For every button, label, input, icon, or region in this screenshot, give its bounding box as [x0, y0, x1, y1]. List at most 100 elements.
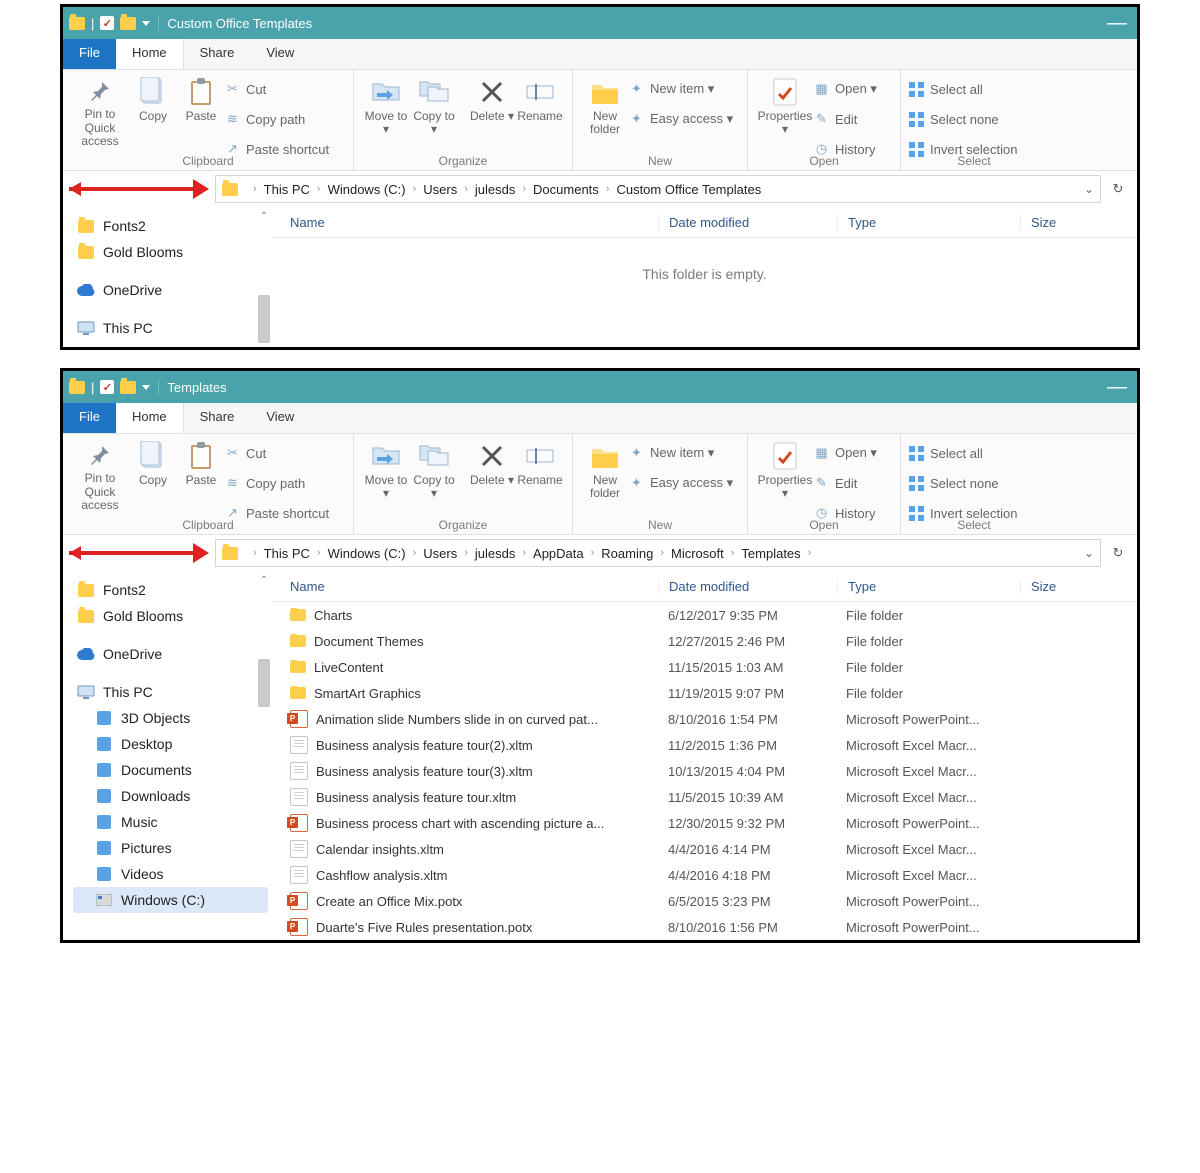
nav-item[interactable]: Fonts2 — [73, 577, 268, 603]
file-row[interactable]: Business analysis feature tour(3).xltm10… — [272, 758, 1137, 784]
copy-button[interactable]: Copy — [129, 74, 177, 148]
file-row[interactable]: Business analysis feature tour.xltm11/5/… — [272, 784, 1137, 810]
file-row[interactable]: LiveContent11/15/2015 1:03 AMFile folder — [272, 654, 1137, 680]
move-to-button[interactable]: Move to ▾ — [362, 74, 410, 148]
scrollbar[interactable]: ⌃ — [258, 211, 270, 343]
new-item-button[interactable]: ✦New item ▾ — [629, 76, 739, 102]
nav-item[interactable]: OneDrive — [73, 277, 268, 303]
col-date[interactable]: Date modified — [658, 215, 837, 230]
open-button[interactable]: ▦Open ▾ — [814, 440, 892, 466]
titlebar[interactable]: | ✓ Templates — — [63, 371, 1137, 403]
properties-icon[interactable]: ✓ — [100, 380, 114, 394]
col-name[interactable]: Name — [272, 579, 658, 594]
titlebar[interactable]: | ✓ Custom Office Templates — — [63, 7, 1137, 39]
file-row[interactable]: Business process chart with ascending pi… — [272, 810, 1137, 836]
rename-button[interactable]: Rename — [516, 74, 564, 148]
copy-button[interactable]: Copy — [129, 438, 177, 512]
tab-file[interactable]: File — [63, 39, 116, 69]
nav-item[interactable]: Gold Blooms — [73, 239, 268, 265]
breadcrumb-segment[interactable]: julesds — [475, 546, 515, 561]
pin-to-quick-access-button[interactable]: Pin to Quick access — [71, 438, 129, 512]
nav-item[interactable]: Documents — [73, 757, 268, 783]
new-item-button[interactable]: ✦New item ▾ — [629, 440, 739, 466]
select-all-button[interactable]: Select all — [909, 440, 1039, 466]
breadcrumb-segment[interactable]: Templates — [741, 546, 800, 561]
nav-item[interactable]: OneDrive — [73, 641, 268, 667]
select-none-button[interactable]: Select none — [909, 470, 1039, 496]
tab-share[interactable]: Share — [184, 403, 251, 433]
nav-item[interactable]: This PC — [73, 315, 268, 341]
edit-button[interactable]: ✎Edit — [814, 470, 892, 496]
nav-item[interactable]: Music — [73, 809, 268, 835]
tab-view[interactable]: View — [250, 403, 310, 433]
qat-menu-icon[interactable] — [142, 385, 150, 390]
column-headers[interactable]: Name Date modified Type Size — [272, 571, 1137, 602]
easy-access-button[interactable]: ✦Easy access ▾ — [629, 106, 739, 132]
qat-menu-icon[interactable] — [142, 21, 150, 26]
tab-share[interactable]: Share — [184, 39, 251, 69]
breadcrumb-segment[interactable]: julesds — [475, 182, 515, 197]
copy-path-button[interactable]: ≋Copy path — [225, 470, 345, 496]
select-all-button[interactable]: Select all — [909, 76, 1039, 102]
properties-button[interactable]: Properties ▾ — [756, 74, 814, 148]
rename-button[interactable]: Rename — [516, 438, 564, 512]
delete-button[interactable]: Delete ▾ — [468, 438, 516, 512]
col-date[interactable]: Date modified — [658, 579, 837, 594]
file-row[interactable]: Create an Office Mix.potx6/5/2015 3:23 P… — [272, 888, 1137, 914]
col-type[interactable]: Type — [837, 579, 1020, 594]
nav-item[interactable]: Pictures — [73, 835, 268, 861]
refresh-button[interactable]: ↻ — [1105, 176, 1131, 202]
col-size[interactable]: Size — [1020, 579, 1137, 594]
new-folder-button[interactable]: New folder — [581, 438, 629, 512]
copy-to-button[interactable]: Copy to ▾ — [410, 438, 458, 512]
scrollbar[interactable]: ⌃ — [258, 575, 270, 707]
nav-item[interactable]: 3D Objects — [73, 705, 268, 731]
file-row[interactable]: Business analysis feature tour(2).xltm11… — [272, 732, 1137, 758]
cut-button[interactable]: ✂Cut — [225, 76, 345, 102]
properties-icon[interactable]: ✓ — [100, 16, 114, 30]
easy-access-button[interactable]: ✦Easy access ▾ — [629, 470, 739, 496]
nav-item[interactable]: Downloads — [73, 783, 268, 809]
tab-view[interactable]: View — [250, 39, 310, 69]
delete-button[interactable]: Delete ▾ — [468, 74, 516, 148]
file-row[interactable]: Document Themes12/27/2015 2:46 PMFile fo… — [272, 628, 1137, 654]
nav-item[interactable]: Videos — [73, 861, 268, 887]
breadcrumb-segment[interactable]: This PC — [264, 182, 310, 197]
properties-button[interactable]: Properties ▾ — [756, 438, 814, 512]
file-row[interactable]: Duarte's Five Rules presentation.potx8/1… — [272, 914, 1137, 940]
cut-button[interactable]: ✂Cut — [225, 440, 345, 466]
col-type[interactable]: Type — [837, 215, 1020, 230]
open-button[interactable]: ▦Open ▾ — [814, 76, 892, 102]
breadcrumb[interactable]: ›This PC›Windows (C:)›Users›julesds›Docu… — [215, 175, 1101, 203]
copy-path-button[interactable]: ≋Copy path — [225, 106, 345, 132]
col-size[interactable]: Size — [1020, 215, 1137, 230]
tab-file[interactable]: File — [63, 403, 116, 433]
breadcrumb-segment[interactable]: Users — [423, 546, 457, 561]
nav-item[interactable]: Fonts2 — [73, 213, 268, 239]
tab-home[interactable]: Home — [116, 403, 184, 433]
new-folder-button[interactable]: New folder — [581, 74, 629, 148]
nav-item[interactable]: This PC — [73, 679, 268, 705]
breadcrumb-segment[interactable]: This PC — [264, 546, 310, 561]
breadcrumb-segment[interactable]: AppData — [533, 546, 584, 561]
column-headers[interactable]: Name Date modified Type Size — [272, 207, 1137, 238]
file-row[interactable]: Charts6/12/2017 9:35 PMFile folder — [272, 602, 1137, 628]
tab-home[interactable]: Home — [116, 39, 184, 69]
breadcrumb-segment[interactable]: Windows (C:) — [328, 546, 406, 561]
pin-to-quick-access-button[interactable]: Pin to Quick access — [71, 74, 129, 148]
refresh-button[interactable]: ↻ — [1105, 540, 1131, 566]
breadcrumb-segment[interactable]: Users — [423, 182, 457, 197]
file-row[interactable]: Cashflow analysis.xltm4/4/2016 4:18 PMMi… — [272, 862, 1137, 888]
nav-item[interactable]: Desktop — [73, 731, 268, 757]
col-name[interactable]: Name — [272, 215, 658, 230]
copy-to-button[interactable]: Copy to ▾ — [410, 74, 458, 148]
breadcrumb-segment[interactable]: Roaming — [601, 546, 653, 561]
select-none-button[interactable]: Select none — [909, 106, 1039, 132]
paste-button[interactable]: Paste — [177, 438, 225, 512]
paste-button[interactable]: Paste — [177, 74, 225, 148]
breadcrumb-segment[interactable]: Documents — [533, 182, 599, 197]
file-row[interactable]: Calendar insights.xltm4/4/2016 4:14 PMMi… — [272, 836, 1137, 862]
breadcrumb[interactable]: ›This PC›Windows (C:)›Users›julesds›AppD… — [215, 539, 1101, 567]
nav-item[interactable]: Gold Blooms — [73, 603, 268, 629]
move-to-button[interactable]: Move to ▾ — [362, 438, 410, 512]
